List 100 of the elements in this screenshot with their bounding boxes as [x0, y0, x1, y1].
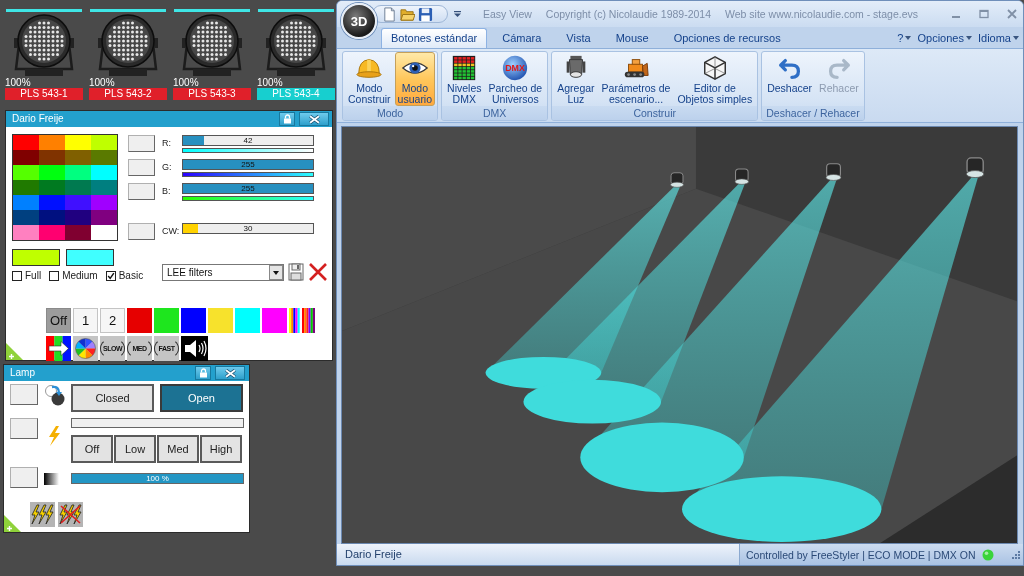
ribbon-button[interactable]: Deshacer: [764, 52, 816, 106]
color-swatch[interactable]: [65, 165, 91, 180]
color-swatch[interactable]: [65, 210, 91, 225]
color-button[interactable]: [127, 308, 152, 333]
color-swatch[interactable]: [39, 210, 65, 225]
power-button[interactable]: Low: [114, 435, 156, 463]
ribbon-button[interactable]: Niveles DMX: [444, 52, 485, 106]
checkbox-label[interactable]: Basic: [118, 270, 144, 282]
color-swatch[interactable]: [13, 210, 39, 225]
current-color-swatch[interactable]: [66, 249, 114, 266]
color-swatch[interactable]: [91, 210, 117, 225]
spotlight-icon[interactable]: [825, 163, 842, 181]
color-swatch[interactable]: [65, 150, 91, 165]
color-swatch[interactable]: [65, 195, 91, 210]
shutter-button[interactable]: Open: [160, 384, 243, 412]
speaker-icon[interactable]: [181, 336, 208, 361]
checkbox-label[interactable]: Medium: [62, 270, 98, 282]
color-button[interactable]: [154, 308, 179, 333]
spotlight-icon[interactable]: [965, 157, 985, 178]
ribbon-button[interactable]: DMX Parcheo de Universos: [485, 52, 546, 106]
ribbon-button[interactable]: Modo Construir: [345, 52, 394, 106]
color-swatch[interactable]: [39, 135, 65, 150]
power-button[interactable]: Off: [71, 435, 113, 463]
shutter-button[interactable]: Closed: [71, 384, 154, 412]
color-swatch[interactable]: [91, 195, 117, 210]
channel-button[interactable]: [10, 467, 38, 488]
rgb-arrow-icon[interactable]: [46, 336, 71, 361]
color-swatch[interactable]: [39, 165, 65, 180]
color-swatch[interactable]: [13, 195, 39, 210]
macro-button[interactable]: 2: [100, 308, 125, 333]
spotlight-icon[interactable]: [670, 172, 684, 188]
par-can-icon[interactable]: [181, 14, 243, 78]
save-icon[interactable]: [418, 6, 433, 22]
ribbon-tab[interactable]: Botones estándar: [381, 28, 488, 48]
checkbox[interactable]: [49, 271, 60, 281]
new-document-icon[interactable]: [382, 6, 397, 22]
lock-button[interactable]: [279, 112, 295, 126]
channel-button[interactable]: [128, 223, 155, 240]
slider-track[interactable]: 255: [182, 183, 314, 194]
channel-button[interactable]: [128, 135, 155, 152]
ribbon-tab[interactable]: Cámara: [492, 28, 552, 48]
menu-button[interactable]: Idioma: [977, 31, 1019, 44]
plus-triangle-icon[interactable]: [4, 515, 21, 532]
rainbow-stripes-icon[interactable]: [289, 308, 315, 333]
close-button[interactable]: [215, 366, 245, 380]
color-swatch[interactable]: [91, 165, 117, 180]
ribbon-button[interactable]: Editor de Objetos simples: [674, 52, 756, 106]
color-swatch[interactable]: [13, 180, 39, 195]
resize-grip-icon[interactable]: [1011, 550, 1020, 559]
ribbon-button[interactable]: Modo usuario: [394, 52, 436, 106]
macro-button[interactable]: Off: [46, 308, 71, 333]
color-swatch[interactable]: [39, 225, 65, 240]
ribbon-tab[interactable]: Opciones de recursos: [663, 28, 791, 48]
color-swatch[interactable]: [13, 225, 39, 240]
color-button[interactable]: [235, 308, 260, 333]
slider-track[interactable]: 30: [182, 223, 314, 234]
color-swatch[interactable]: [39, 195, 65, 210]
stage-3d-view[interactable]: [341, 126, 1018, 544]
slider-track[interactable]: 255: [182, 159, 314, 170]
power-button[interactable]: High: [200, 435, 242, 463]
color-swatch[interactable]: [13, 150, 39, 165]
ribbon-button[interactable]: Agregar Luz: [554, 52, 598, 106]
color-swatch[interactable]: [13, 165, 39, 180]
macro-button[interactable]: 1: [73, 308, 98, 333]
slider-track[interactable]: 42: [182, 135, 314, 146]
fixture-label[interactable]: PLS 543-3: [173, 88, 251, 100]
channel-button[interactable]: [128, 183, 155, 200]
cross-icon[interactable]: [308, 262, 328, 282]
fixture-label[interactable]: PLS 543-2: [89, 88, 167, 100]
app-menu-button[interactable]: 3D: [341, 3, 377, 39]
color-swatch[interactable]: [65, 180, 91, 195]
spotlight-icon[interactable]: [734, 168, 749, 185]
color-swatch[interactable]: [13, 135, 39, 150]
color-wheel-icon[interactable]: [73, 336, 98, 361]
color-button[interactable]: [208, 308, 233, 333]
checkbox[interactable]: [12, 271, 22, 281]
ribbon-button[interactable]: Parámetros de escenario...: [598, 52, 674, 106]
close-icon[interactable]: [1006, 8, 1018, 20]
caret-icon[interactable]: [454, 11, 461, 17]
color-swatch[interactable]: [39, 180, 65, 195]
lock-button[interactable]: [195, 366, 211, 380]
ribbon-tab[interactable]: Vista: [556, 28, 601, 48]
slider-track[interactable]: [71, 418, 244, 428]
close-button[interactable]: [299, 112, 329, 126]
save-icon[interactable]: [288, 263, 304, 281]
par-can-icon[interactable]: [13, 14, 75, 78]
checkbox-label[interactable]: Full: [25, 270, 42, 282]
color-swatch[interactable]: [91, 150, 117, 165]
lightning-bolts-icon[interactable]: [30, 502, 55, 527]
par-can-icon[interactable]: [265, 14, 327, 78]
color-swatch[interactable]: [65, 225, 91, 240]
ribbon-tab[interactable]: Mouse: [605, 28, 659, 48]
color-swatch[interactable]: [65, 135, 91, 150]
power-button[interactable]: Med: [157, 435, 199, 463]
maximize-icon[interactable]: [978, 8, 990, 20]
color-button[interactable]: [262, 308, 287, 333]
menu-button[interactable]: ?: [897, 31, 912, 44]
channel-button[interactable]: [128, 159, 155, 176]
channel-button[interactable]: [10, 418, 38, 439]
par-can-icon[interactable]: [97, 14, 159, 78]
